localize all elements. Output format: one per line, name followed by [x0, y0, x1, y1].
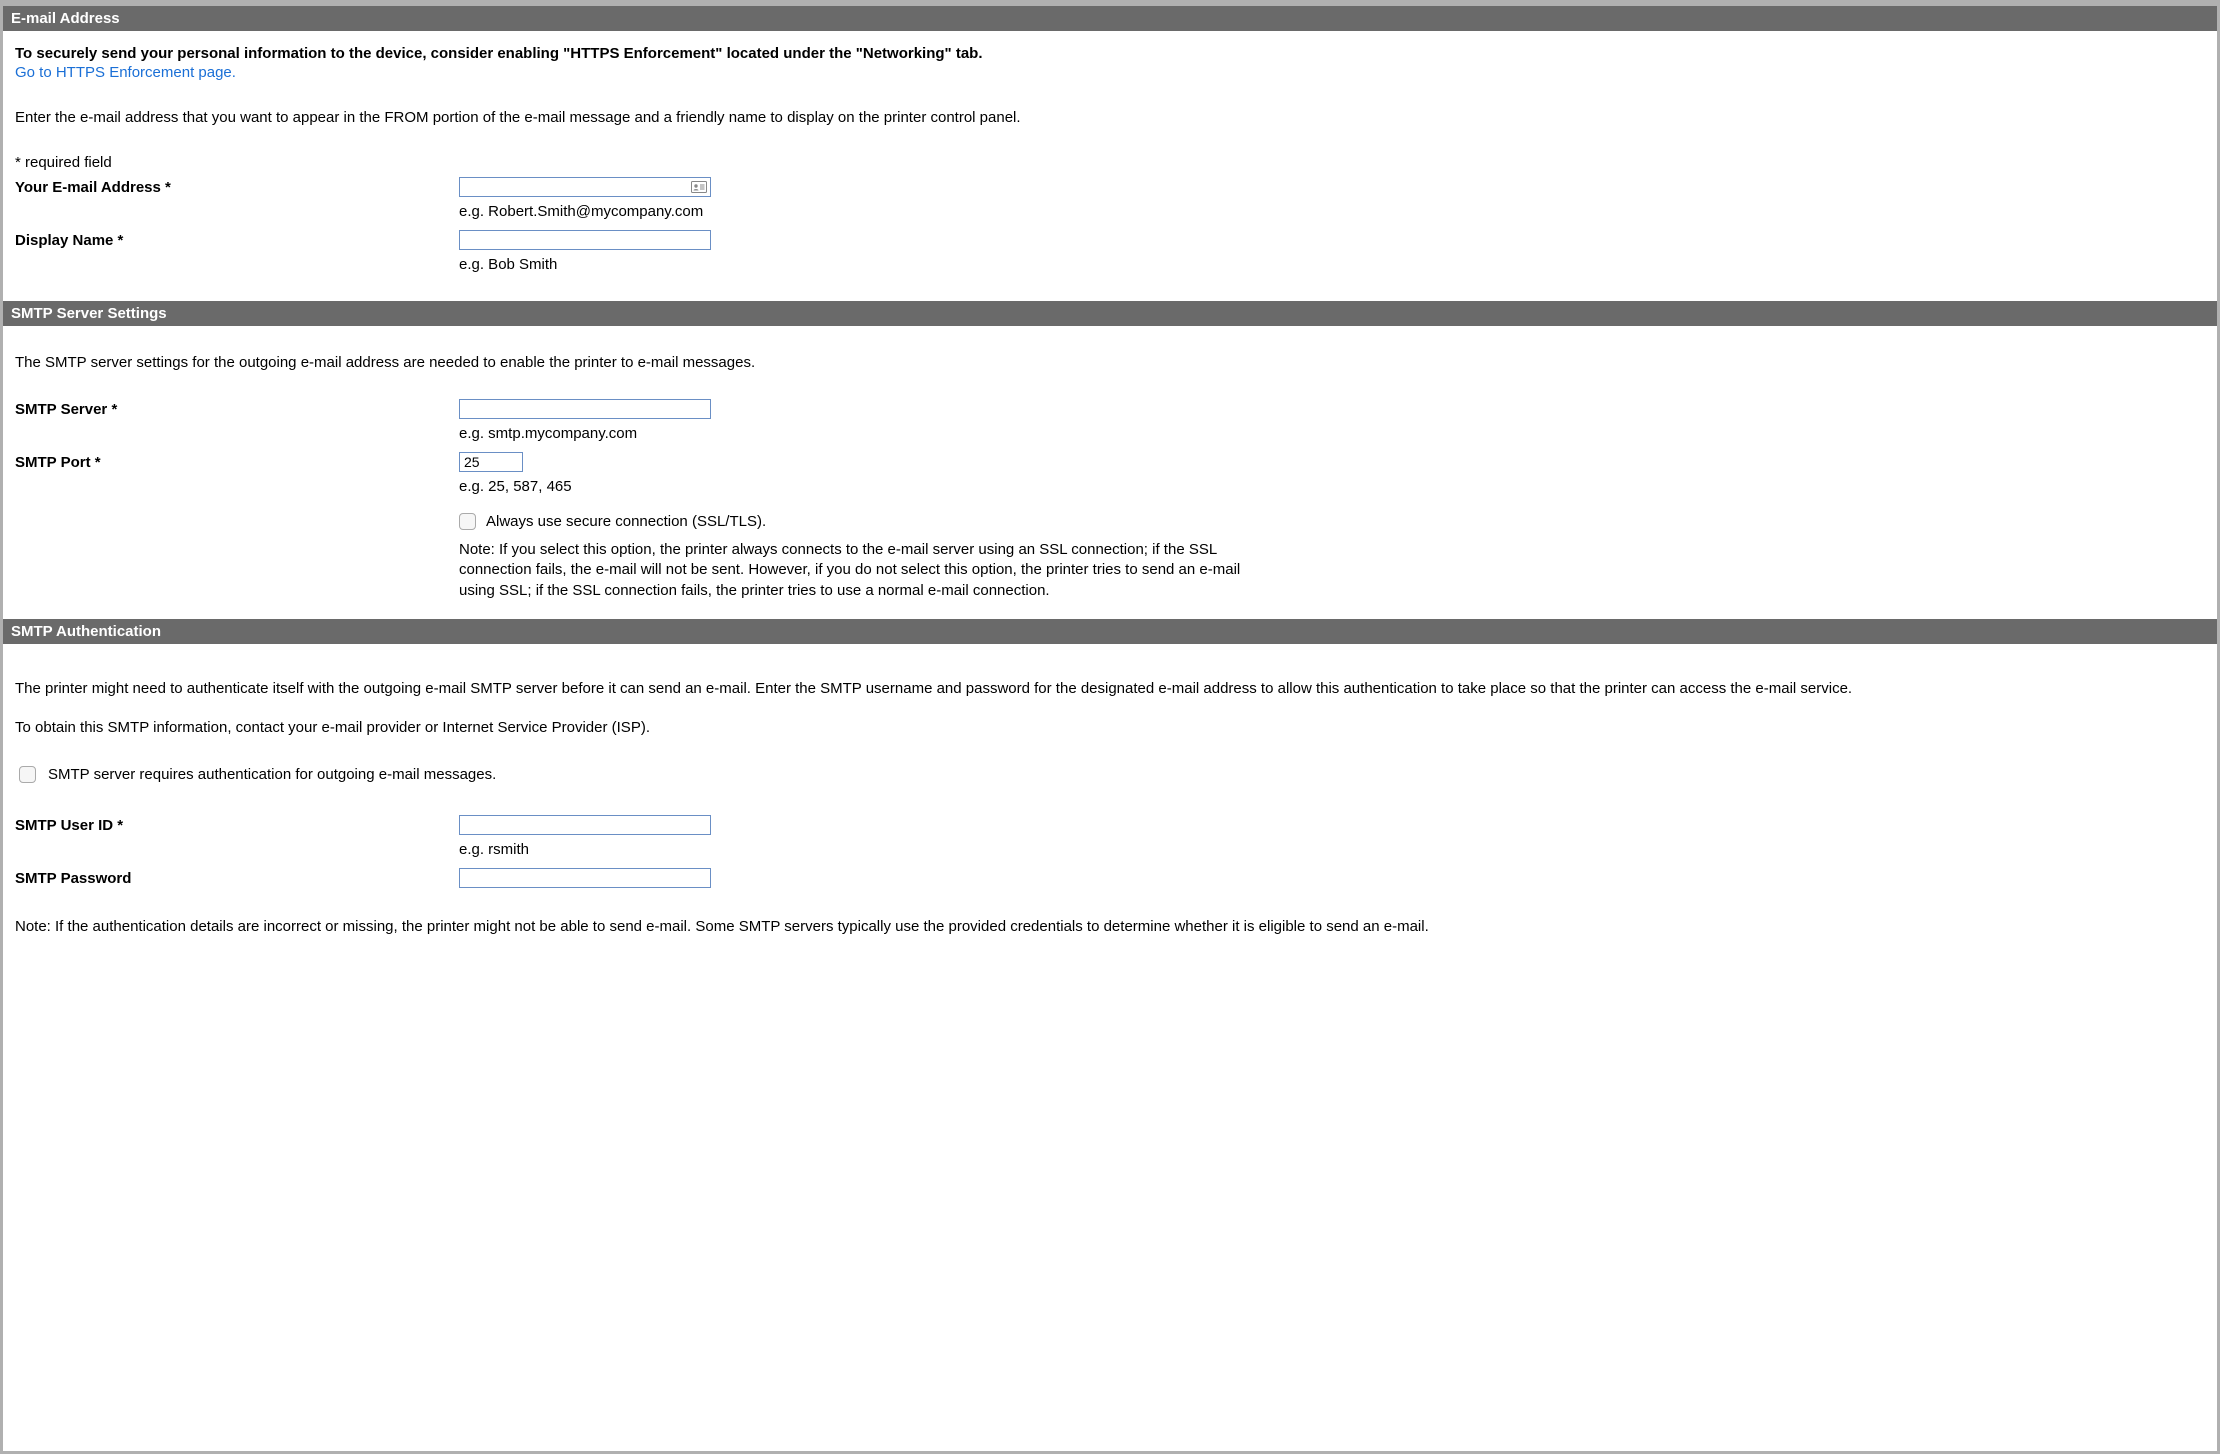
smtp-port-hint: e.g. 25, 587, 465: [459, 478, 2205, 495]
display-name-hint: e.g. Bob Smith: [459, 256, 2205, 273]
smtp-server-hint: e.g. smtp.mycompany.com: [459, 425, 2205, 442]
requires-auth-checkbox[interactable]: [19, 766, 36, 783]
section-body-auth: The printer might need to authenticate i…: [3, 644, 2217, 955]
smtp-user-input[interactable]: [459, 815, 711, 835]
smtp-password-input[interactable]: [459, 868, 711, 888]
auth-description-1: The printer might need to authenticate i…: [15, 678, 2205, 699]
auth-description-2: To obtain this SMTP information, contact…: [15, 717, 2205, 738]
smtp-user-label: SMTP User ID *: [15, 815, 459, 834]
smtp-password-label: SMTP Password: [15, 868, 459, 887]
display-name-label: Display Name *: [15, 230, 459, 249]
section-header-smtp: SMTP Server Settings: [3, 301, 2217, 326]
smtp-description: The SMTP server settings for the outgoin…: [15, 354, 2205, 371]
ssl-checkbox[interactable]: [459, 513, 476, 530]
email-address-hint: e.g. Robert.Smith@mycompany.com: [459, 203, 2205, 220]
requires-auth-label: SMTP server requires authentication for …: [48, 766, 496, 783]
email-address-input[interactable]: [459, 177, 711, 197]
smtp-port-input[interactable]: [459, 452, 523, 472]
smtp-port-label: SMTP Port *: [15, 452, 459, 471]
email-address-label: Your E-mail Address *: [15, 177, 459, 196]
https-enforcement-link[interactable]: Go to HTTPS Enforcement page.: [15, 64, 236, 81]
smtp-server-input[interactable]: [459, 399, 711, 419]
auth-note: Note: If the authentication details are …: [15, 916, 2205, 937]
section-body-email: To securely send your personal informati…: [3, 31, 2217, 301]
display-name-input[interactable]: [459, 230, 711, 250]
section-body-smtp: The SMTP server settings for the outgoin…: [3, 326, 2217, 619]
ssl-note: Note: If you select this option, the pri…: [459, 540, 1279, 601]
required-field-note: * required field: [15, 154, 2205, 171]
email-description: Enter the e-mail address that you want t…: [15, 109, 2205, 126]
section-header-email: E-mail Address: [3, 6, 2217, 31]
section-header-auth: SMTP Authentication: [3, 619, 2217, 644]
https-security-notice: To securely send your personal informati…: [15, 45, 2205, 62]
smtp-server-label: SMTP Server *: [15, 399, 459, 418]
ssl-checkbox-label: Always use secure connection (SSL/TLS).: [486, 513, 766, 530]
smtp-user-hint: e.g. rsmith: [459, 841, 2205, 858]
